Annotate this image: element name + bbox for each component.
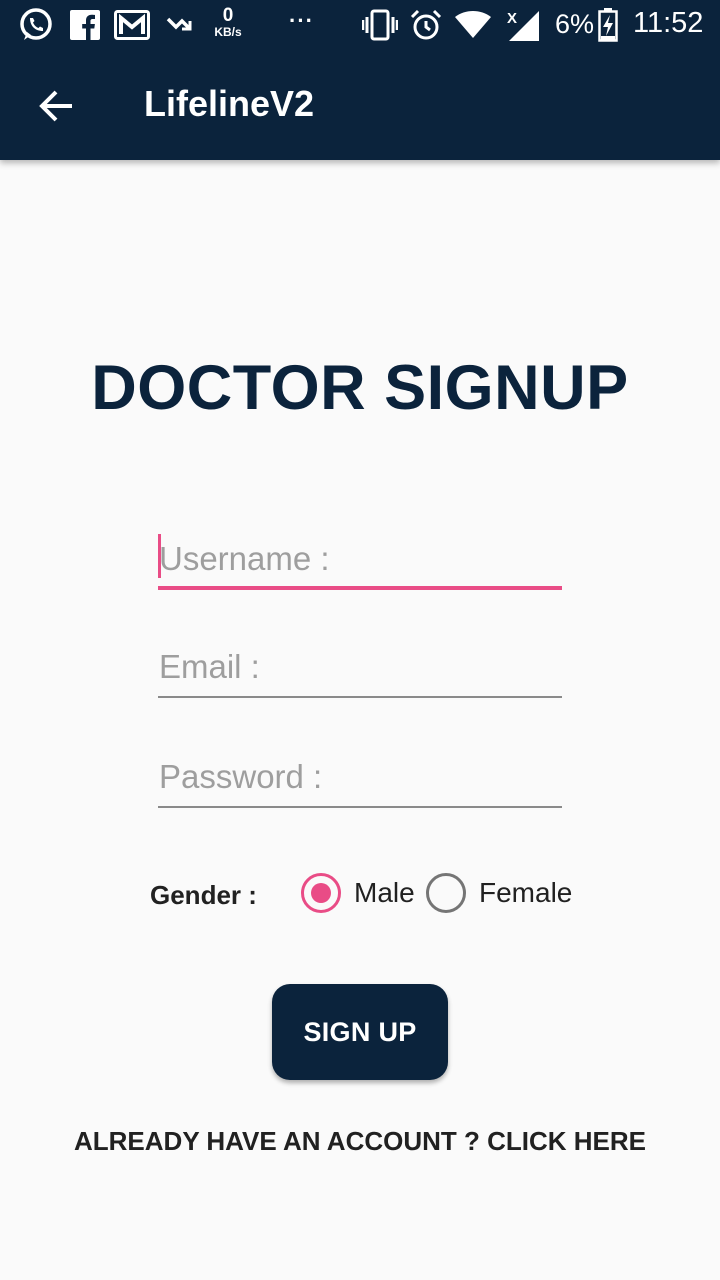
username-input[interactable]	[158, 530, 562, 588]
gmail-icon	[114, 0, 150, 50]
gender-radio-female[interactable]: Female	[426, 872, 572, 914]
signal-icon: X	[505, 0, 541, 50]
radio-label-female: Female	[479, 877, 573, 908]
login-link[interactable]: ALREADY HAVE AN ACCOUNT ? CLICK HERE	[0, 1126, 720, 1157]
email-input[interactable]	[158, 638, 562, 696]
email-field	[158, 638, 562, 698]
missed-call-icon	[165, 0, 193, 50]
arrow-back-icon	[39, 90, 72, 122]
radio-unchecked-icon	[426, 873, 466, 913]
radio-checked-icon	[301, 873, 341, 913]
password-underline	[158, 806, 562, 808]
email-underline	[158, 696, 562, 698]
page-title: DOCTOR SIGNUP	[91, 353, 629, 423]
text-caret	[158, 534, 161, 578]
vibrate-icon	[362, 0, 398, 50]
username-field	[158, 530, 562, 590]
password-input[interactable]	[158, 748, 562, 806]
status-bar: 0 KB/s ··· X 6% 11:52	[0, 0, 720, 50]
radio-label-male: Male	[354, 877, 415, 908]
net-speed-unit: KB/s	[214, 25, 242, 39]
signup-button[interactable]: SIGN UP	[272, 984, 448, 1080]
whatsapp-icon	[18, 0, 54, 50]
net-speed-value: 0	[222, 5, 234, 26]
battery-charging-icon	[598, 0, 618, 50]
gender-radio-male[interactable]: Male	[301, 872, 415, 914]
net-speed-indicator: 0 KB/s	[209, 6, 247, 44]
facebook-icon	[70, 0, 100, 50]
clock: 11:52	[633, 7, 704, 39]
wifi-icon	[455, 0, 491, 50]
app-bar: LifelineV2	[0, 50, 720, 160]
gender-label: Gender :	[150, 880, 257, 910]
svg-text:X: X	[507, 10, 517, 27]
app-title: LifelineV2	[144, 83, 315, 124]
battery-percent: 6%	[555, 9, 595, 39]
password-field	[158, 748, 562, 808]
username-underline	[158, 586, 562, 590]
top-bar: 0 KB/s ··· X 6% 11:52 LifelineV2	[0, 0, 720, 160]
more-notifications-indicator: ···	[289, 8, 314, 33]
back-button[interactable]	[26, 76, 86, 136]
alarm-icon	[410, 0, 442, 50]
